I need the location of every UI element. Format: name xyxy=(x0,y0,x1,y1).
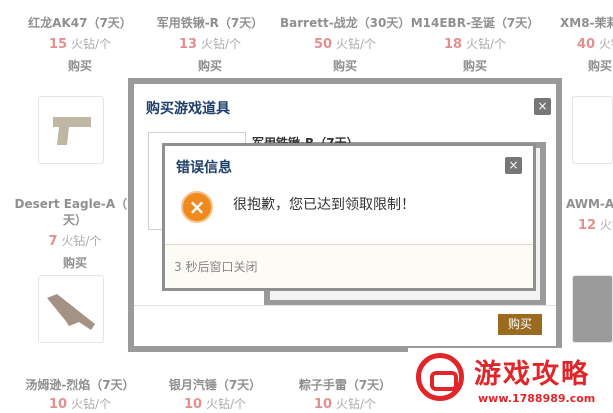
buy-button[interactable]: 购买 xyxy=(498,314,542,335)
dialog-footer: 购买 xyxy=(134,305,556,346)
watermark: 游戏攻略 www.1788989.com xyxy=(408,348,613,412)
error-message: 很抱歉，您已达到领取限制！ xyxy=(233,197,415,213)
error-footer: 3 秒后窗口关闭 xyxy=(165,244,533,288)
error-dialog: 错误信息 × × 很抱歉，您已达到领取限制！ 3 秒后窗口关闭 xyxy=(162,143,536,291)
gamepad-logo-icon xyxy=(416,353,464,401)
auto-close-countdown: 3 秒后窗口关闭 xyxy=(174,260,258,274)
watermark-title: 游戏攻略 xyxy=(474,359,590,390)
watermark-url: www.1788989.com xyxy=(478,392,596,405)
error-icon: × xyxy=(181,191,213,223)
dialog-title: 购买游戏道具 xyxy=(146,101,230,117)
close-icon[interactable]: × xyxy=(505,157,522,174)
error-title: 错误信息 xyxy=(176,160,232,176)
close-icon[interactable]: × xyxy=(534,98,551,115)
